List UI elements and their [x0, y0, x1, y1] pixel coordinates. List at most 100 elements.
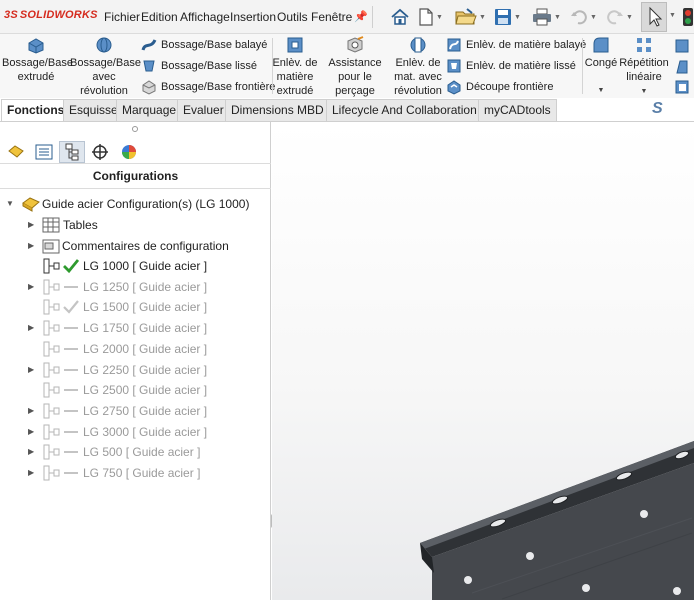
panel-tabs: [0, 140, 271, 164]
swept-cut-button[interactable]: Enlèv. de matière balayé: [446, 35, 586, 55]
chevron-down-icon[interactable]: ▼: [554, 14, 561, 21]
configuration-icon: [43, 444, 60, 460]
chevron-down-icon[interactable]: ▼: [626, 14, 633, 21]
tree-root[interactable]: Guide acier Configuration(s) (LG 1000): [22, 194, 249, 214]
config-row[interactable]: LG 2500 [ Guide acier ]: [42, 380, 207, 400]
menu-edition[interactable]: Edition: [141, 10, 178, 24]
new-document-button[interactable]: ▼: [418, 5, 443, 29]
collapse-arrow-icon[interactable]: ▼: [6, 199, 14, 208]
config-row[interactable]: LG 2250 [ Guide acier ]: [42, 360, 207, 380]
panel-grip-handle[interactable]: [132, 126, 138, 132]
expand-arrow-icon[interactable]: ▶: [28, 282, 34, 291]
expand-arrow-icon[interactable]: ▶: [28, 241, 34, 250]
chevron-down-icon[interactable]: ▼: [479, 14, 486, 21]
config-row[interactable]: LG 1500 [ Guide acier ]: [42, 297, 207, 317]
comment-folder-icon: [42, 239, 60, 254]
chevron-down-icon[interactable]: ▼: [514, 14, 521, 21]
expand-arrow-icon[interactable]: ▶: [28, 365, 34, 374]
tab-evaluer[interactable]: Evaluer: [177, 99, 230, 121]
redo-button[interactable]: ▼: [606, 5, 633, 29]
expand-arrow-icon[interactable]: ▶: [28, 406, 34, 415]
revolved-boss-button[interactable]: Bossage/Base avec révolution: [70, 36, 141, 98]
config-row[interactable]: LG 500 [ Guide acier ]: [42, 442, 200, 462]
configuration-icon: [43, 320, 60, 336]
rebuild-button[interactable]: [682, 8, 694, 26]
config-row[interactable]: LG 1750 [ Guide acier ]: [42, 318, 207, 338]
solidworks-s-icon[interactable]: S: [652, 100, 663, 118]
lofted-boss-button[interactable]: Bossage/Base lissé: [141, 56, 257, 76]
menu-insertion[interactable]: Insertion: [230, 10, 276, 24]
home-button[interactable]: [390, 5, 410, 29]
config-row[interactable]: LG 1000 [ Guide acier ]: [42, 256, 207, 276]
property-manager-icon: [35, 144, 53, 160]
chevron-down-icon[interactable]: ▼: [436, 14, 443, 21]
fillet-button[interactable]: Congé ▼: [584, 36, 618, 98]
tab-configuration-manager[interactable]: [59, 141, 85, 163]
tab-fonctions[interactable]: Fonctions: [1, 99, 71, 121]
config-label: LG 2000 [ Guide acier ]: [83, 342, 208, 356]
part-model-steel-guide[interactable]: [272, 123, 694, 600]
menu-outils[interactable]: Outils: [277, 10, 308, 24]
draft-button[interactable]: [674, 59, 690, 78]
configuration-icon: [43, 382, 60, 398]
menu-affichage[interactable]: Affichage: [180, 10, 230, 24]
menu-fenetre[interactable]: Fenêtre: [311, 10, 352, 24]
boundary-boss-button[interactable]: Bossage/Base frontière: [141, 77, 275, 97]
tree-item-comments[interactable]: Commentaires de configuration: [42, 236, 229, 256]
config-row[interactable]: LG 750 [ Guide acier ]: [42, 463, 200, 483]
tree-item-tables[interactable]: Tables: [42, 215, 98, 235]
expand-arrow-icon[interactable]: ▶: [28, 220, 34, 229]
tab-mycadtools[interactable]: myCADtools: [478, 99, 557, 121]
shell-button[interactable]: [674, 79, 690, 98]
tab-esquisse[interactable]: Esquisse: [63, 99, 124, 121]
graphics-area[interactable]: [272, 123, 694, 600]
configuration-icon: [43, 403, 60, 419]
config-label: LG 1000 [ Guide acier ]: [83, 259, 208, 273]
print-button[interactable]: ▼: [532, 5, 561, 29]
chevron-down-icon[interactable]: ▼: [584, 84, 618, 98]
chevron-down-icon[interactable]: ▼: [669, 12, 676, 19]
linear-pattern-button[interactable]: Répétition linéaire ▼: [619, 36, 669, 99]
expand-arrow-icon[interactable]: ▶: [28, 468, 34, 477]
pin-icon[interactable]: 📌: [354, 10, 368, 23]
expand-arrow-icon[interactable]: ▶: [28, 447, 34, 456]
boundary-cut-button[interactable]: Découpe frontière: [446, 77, 553, 97]
save-button[interactable]: ▼: [494, 5, 521, 29]
config-row[interactable]: LG 2750 [ Guide acier ]: [42, 401, 207, 421]
cursor-arrow-icon: [649, 6, 663, 27]
tab-display-manager[interactable]: [116, 141, 142, 163]
dash-icon: [64, 431, 78, 433]
config-label: LG 500 [ Guide acier ]: [83, 445, 201, 459]
display-manager-icon: [122, 145, 136, 159]
config-row[interactable]: LG 3000 [ Guide acier ]: [42, 422, 207, 442]
dash-icon: [64, 369, 78, 371]
rib-button[interactable]: [674, 38, 690, 57]
extruded-boss-button[interactable]: Bossage/Base extrudé: [2, 36, 73, 84]
extruded-cut-button[interactable]: Enlèv. de matière extrudé: [272, 36, 318, 98]
tab-marquage[interactable]: Marquage: [116, 99, 183, 121]
lofted-boss-icon: [143, 60, 155, 72]
separator: [372, 6, 373, 28]
tab-feature-manager[interactable]: [3, 141, 29, 163]
lofted-cut-button[interactable]: Enlèv. de matière lissé: [446, 56, 576, 76]
open-button[interactable]: ▼: [455, 5, 486, 29]
config-row[interactable]: LG 1250 [ Guide acier ]: [42, 277, 207, 297]
chevron-down-icon[interactable]: ▼: [590, 14, 597, 21]
swept-boss-button[interactable]: Bossage/Base balayé: [141, 35, 267, 55]
tab-lifecycle[interactable]: Lifecycle And Collaboration: [326, 99, 483, 121]
home-icon: [391, 8, 409, 25]
menu-fichier[interactable]: Fichier: [104, 10, 140, 24]
select-button[interactable]: [641, 2, 667, 32]
solidworks-logo[interactable]: 3S SOLIDWORKS: [4, 9, 98, 21]
undo-button[interactable]: ▼: [570, 5, 597, 29]
tab-property-manager[interactable]: [31, 141, 57, 163]
boundary-boss-icon: [142, 80, 156, 95]
configuration-icon: [43, 299, 60, 315]
tab-dimensions-mbd[interactable]: Dimensions MBD: [225, 99, 330, 121]
tab-dimxpert-manager[interactable]: [87, 141, 113, 163]
expand-arrow-icon[interactable]: ▶: [28, 427, 34, 436]
revolved-cut-button[interactable]: Enlèv. de mat. avec révolution: [392, 36, 444, 98]
config-row[interactable]: LG 2000 [ Guide acier ]: [42, 339, 207, 359]
chevron-down-icon[interactable]: ▼: [619, 85, 669, 99]
expand-arrow-icon[interactable]: ▶: [28, 323, 34, 332]
